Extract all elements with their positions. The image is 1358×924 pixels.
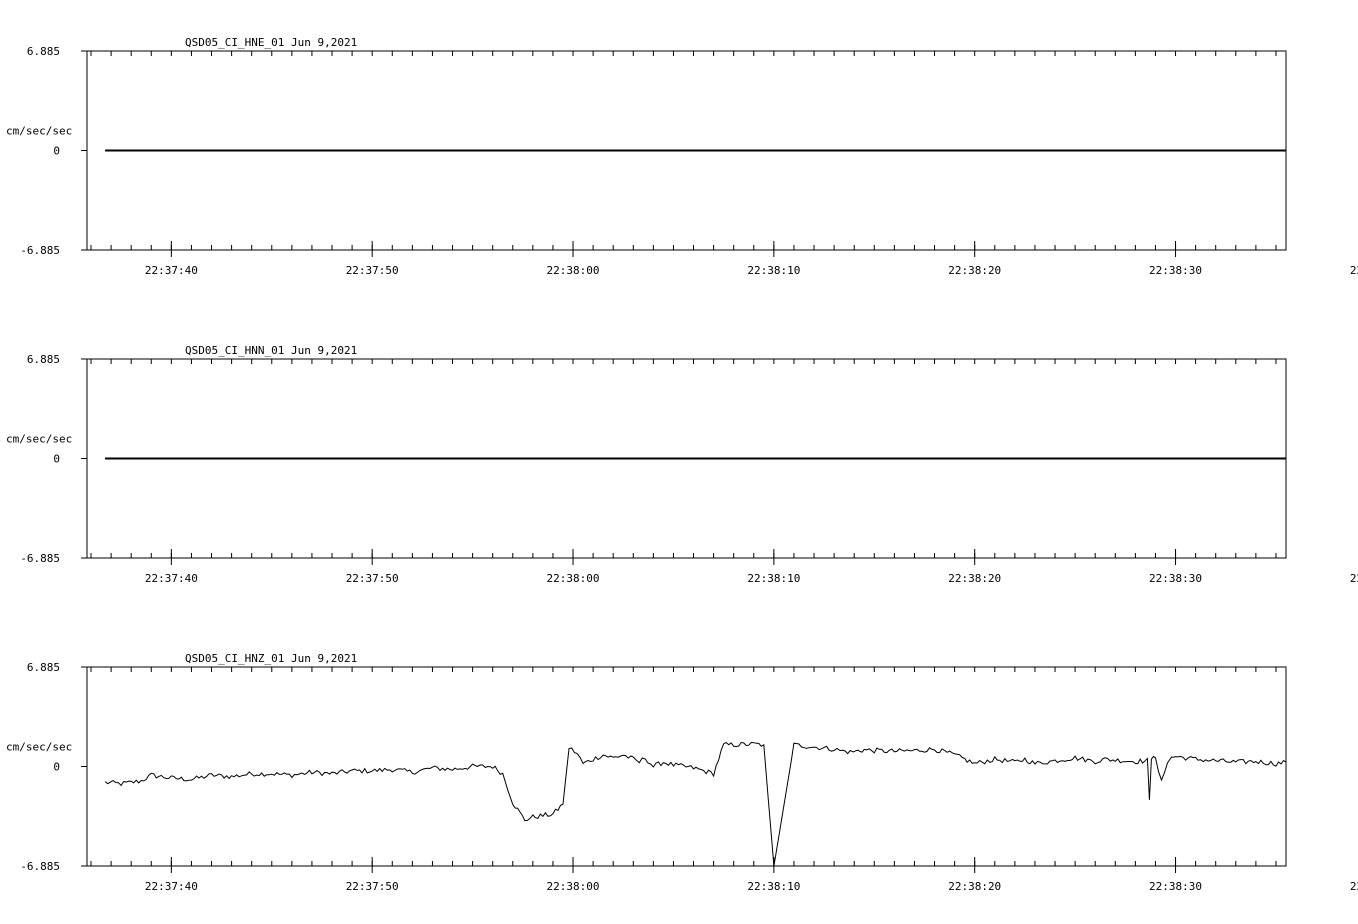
- y-tick-label: 0: [53, 145, 60, 158]
- chart-panel-3: QSD05_CI_HNZ_01 Jun 9,2021 6.885 0 -6.885 cm…: [6, 652, 1358, 893]
- y-tick-label: 0: [53, 761, 60, 774]
- x-tick-label: 22:38:40: [1350, 572, 1358, 585]
- x-tick-label: 22:37:50: [346, 264, 399, 277]
- y-axis-label: cm/sec/sec: [6, 125, 72, 138]
- y-tick-label: 6.885: [27, 45, 60, 58]
- x-tick-label: 22:38:40: [1350, 264, 1358, 277]
- x-tick-label: 22:38:00: [547, 880, 600, 893]
- x-tick-label: 22:38:30: [1149, 264, 1202, 277]
- y-tick-label: 0: [53, 453, 60, 466]
- x-tick-label: 22:38:30: [1149, 572, 1202, 585]
- y-tick-label: 6.885: [27, 353, 60, 366]
- x-tick-label: 22:38:20: [948, 880, 1001, 893]
- chart-title: QSD05_CI_HNZ_01 Jun 9,2021: [185, 652, 357, 665]
- x-tick-label: 22:38:10: [747, 880, 800, 893]
- x-tick-label: 22:37:40: [145, 264, 198, 277]
- y-axis-label: cm/sec/sec: [6, 741, 72, 754]
- x-tick-label: 22:38:10: [747, 264, 800, 277]
- x-tick-label: 22:38:30: [1149, 880, 1202, 893]
- chart-title: QSD05_CI_HNN_01 Jun 9,2021: [185, 344, 357, 357]
- x-tick-label: 22:38:10: [747, 572, 800, 585]
- x-tick-label: 22:38:20: [948, 572, 1001, 585]
- series-line: [104, 741, 1287, 867]
- chart-panel-1: QSD05_CI_HNE_01 Jun 9,2021 6.885 0 -6.885 cm…: [6, 36, 1358, 277]
- x-tick-label: 22:37:40: [145, 880, 198, 893]
- seismogram-chart: QSD05_CI_HNE_01 Jun 9,2021 6.885 0 -6.885 cm…: [6, 36, 1358, 893]
- x-tick-label: 22:38:40: [1350, 880, 1358, 893]
- x-tick-label: 22:38:20: [948, 264, 1001, 277]
- x-tick-label: 22:37:50: [346, 572, 399, 585]
- y-tick-label: -6.885: [20, 552, 60, 565]
- x-tick-label: 22:38:00: [547, 264, 600, 277]
- y-tick-label: -6.885: [20, 244, 60, 257]
- chart-panel-2: QSD05_CI_HNN_01 Jun 9,2021 6.885 0 -6.885 cm…: [6, 344, 1358, 585]
- x-tick-label: 22:38:00: [547, 572, 600, 585]
- y-tick-label: -6.885: [20, 860, 60, 873]
- chart-title: QSD05_CI_HNE_01 Jun 9,2021: [185, 36, 357, 49]
- y-tick-label: 6.885: [27, 661, 60, 674]
- x-tick-label: 22:37:40: [145, 572, 198, 585]
- y-axis-label: cm/sec/sec: [6, 433, 72, 446]
- x-tick-label: 22:37:50: [346, 880, 399, 893]
